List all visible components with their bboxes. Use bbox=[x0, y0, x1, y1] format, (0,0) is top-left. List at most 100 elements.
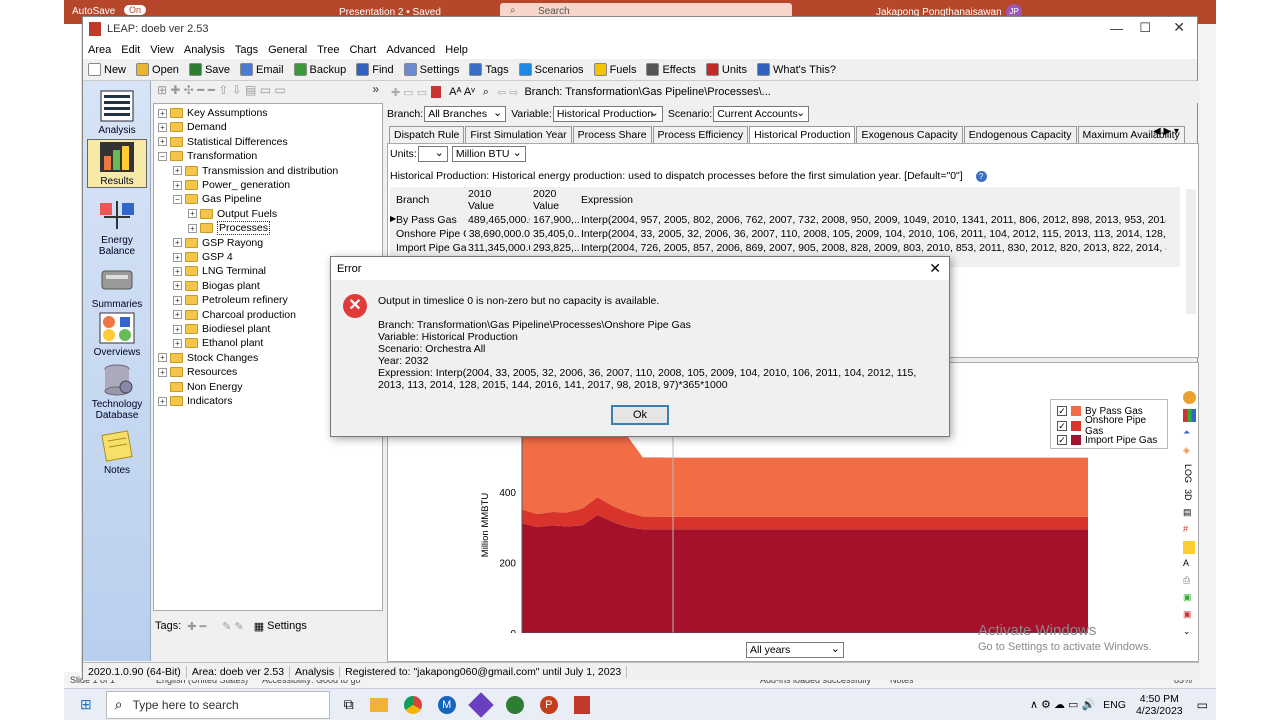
toolbar-email-button[interactable]: Email bbox=[235, 63, 289, 76]
view-summaries[interactable]: Summaries bbox=[87, 263, 147, 310]
table-cell[interactable]: 38,690,000.0 bbox=[468, 228, 530, 240]
tree-node[interactable]: + Output Fuels bbox=[188, 207, 277, 221]
grid-icon[interactable]: # bbox=[1183, 524, 1199, 537]
tags-settings-icon[interactable]: ▦ bbox=[254, 620, 264, 633]
units-scale-select[interactable] bbox=[417, 146, 448, 162]
nav-back-forward-icons[interactable]: ⇦ ⇨ bbox=[497, 86, 519, 99]
tree-node[interactable]: Non Energy bbox=[158, 380, 242, 394]
tree-node[interactable]: + GSP 4 bbox=[173, 250, 233, 264]
tree-node[interactable]: + Statistical Differences bbox=[158, 135, 288, 149]
toolbar-fuels-button[interactable]: Fuels bbox=[589, 63, 642, 76]
table-row[interactable]: Onshore Pipe Gas38,690,000.035,405,0...I… bbox=[390, 228, 1180, 242]
autosave-toggle[interactable]: On bbox=[124, 5, 147, 15]
table-cell[interactable]: Interp(2004, 957, 2005, 802, 2006, 762, … bbox=[581, 214, 1166, 226]
language-indicator[interactable]: ENG bbox=[1103, 699, 1126, 711]
tree-toolbar-icons[interactable]: ⊞ ✚ ✣ ━ ━ ⇧ ⇩ ▤ ▭ ▭ bbox=[157, 83, 286, 97]
pie-chart-icon[interactable] bbox=[1183, 391, 1196, 404]
toolbar-backup-button[interactable]: Backup bbox=[289, 63, 352, 76]
toolbar-units-button[interactable]: Units bbox=[701, 63, 752, 76]
collapse-icon[interactable]: − bbox=[173, 194, 182, 204]
legend-item[interactable]: ✓ Import Pipe Gas bbox=[1057, 433, 1157, 447]
powerpoint-taskbar-icon[interactable]: P bbox=[539, 695, 558, 714]
find-icon[interactable]: ⌕ bbox=[483, 86, 489, 99]
menu-edit[interactable]: Edit bbox=[116, 44, 145, 56]
variable-select[interactable]: Historical Production bbox=[552, 106, 663, 122]
more-tools-icon[interactable]: ⌄ bbox=[1183, 626, 1199, 639]
tree-node[interactable]: + Transmission and distribution bbox=[173, 164, 338, 178]
menu-tags[interactable]: Tags bbox=[230, 44, 263, 56]
toolbar-find-button[interactable]: Find bbox=[351, 63, 398, 76]
tree-node[interactable]: + Resources bbox=[158, 365, 237, 379]
table-cell[interactable]: By Pass Gas bbox=[396, 214, 466, 226]
table-cell[interactable]: Import Pipe Gas bbox=[396, 242, 466, 254]
dialog-close-icon[interactable]: ✕ bbox=[929, 260, 941, 277]
tree-node[interactable]: − Transformation bbox=[158, 149, 257, 163]
m-app-icon[interactable]: M bbox=[437, 695, 456, 714]
expand-icon[interactable]: + bbox=[173, 295, 182, 305]
tags-edit-icon[interactable]: ✎ ✎ bbox=[222, 620, 244, 633]
app-diamond-icon[interactable] bbox=[468, 691, 494, 718]
expand-icon[interactable]: + bbox=[173, 252, 182, 262]
tree-node[interactable]: + Indicators bbox=[158, 394, 233, 408]
tree-node[interactable]: + Biodiesel plant bbox=[173, 322, 270, 336]
tree-node[interactable]: + Power_ generation bbox=[173, 178, 290, 192]
3d-toggle[interactable]: 3D bbox=[1183, 489, 1193, 501]
table-cell[interactable]: 311,345,000.0 bbox=[468, 242, 530, 254]
expand-icon[interactable]: + bbox=[158, 396, 167, 406]
toolbar-new-button[interactable]: New bbox=[83, 63, 131, 76]
table-cell[interactable]: 167,900,... bbox=[533, 214, 579, 226]
help-icon[interactable]: ? bbox=[975, 171, 987, 182]
expand-icon[interactable]: + bbox=[173, 266, 182, 276]
view-notes[interactable]: Notes bbox=[87, 429, 147, 476]
expand-icon[interactable]: + bbox=[173, 338, 182, 348]
file-explorer-icon[interactable] bbox=[369, 697, 388, 712]
windows-start-icon[interactable]: ⊞ bbox=[80, 696, 92, 713]
powerpoint-icon[interactable]: ▣ bbox=[1183, 609, 1199, 622]
view-results[interactable]: Results bbox=[87, 139, 147, 188]
tree-node[interactable]: + Biogas plant bbox=[173, 279, 260, 293]
expand-icon[interactable]: + bbox=[188, 223, 197, 233]
tab-historical-production[interactable]: Historical Production bbox=[749, 126, 856, 144]
expand-icon[interactable]: + bbox=[188, 209, 197, 219]
legend-checkbox[interactable]: ✓ bbox=[1057, 435, 1067, 445]
legend-checkbox[interactable]: ✓ bbox=[1057, 406, 1067, 416]
clock[interactable]: 4:50 PM 4/23/2023 bbox=[1136, 693, 1183, 717]
maximize-icon[interactable]: ☐ bbox=[1139, 20, 1151, 36]
view-energy-balance[interactable]: Energy Balance bbox=[87, 199, 147, 257]
legend-item[interactable]: ✓ Onshore Pipe Gas bbox=[1057, 415, 1167, 437]
table-row[interactable]: ▶ By Pass Gas 489,465,000.0 167,900,... Inte… bbox=[390, 214, 1180, 228]
print-icon[interactable]: ⎙ bbox=[1183, 575, 1199, 588]
table-cell[interactable]: 489,465,000.0 bbox=[468, 214, 530, 226]
tree-node[interactable]: + LNG Terminal bbox=[173, 264, 266, 278]
number-format-icon[interactable] bbox=[1183, 540, 1195, 554]
chrome-icon[interactable] bbox=[403, 695, 422, 714]
table-cell[interactable]: Onshore Pipe Gas bbox=[396, 228, 466, 240]
view-overviews[interactable]: Overviews bbox=[87, 311, 147, 358]
tree-node[interactable]: + Stock Changes bbox=[158, 351, 258, 365]
pdf-icon[interactable] bbox=[431, 86, 442, 98]
tree-node[interactable]: + GSP Rayong bbox=[173, 236, 263, 250]
table-cell[interactable]: 35,405,0... bbox=[533, 228, 579, 240]
toolbar-save-button[interactable]: Save bbox=[184, 63, 235, 76]
toolbar-tags-button[interactable]: Tags bbox=[464, 63, 513, 76]
toolbar-open-button[interactable]: Open bbox=[131, 63, 184, 76]
bar-chart-icon[interactable] bbox=[1183, 409, 1196, 422]
area-chart-icon[interactable]: ⏶ bbox=[1183, 427, 1199, 440]
column-header[interactable]: 2010 Value bbox=[468, 188, 494, 212]
view-analysis[interactable]: Analysis bbox=[87, 89, 147, 136]
ok-button[interactable]: Ok bbox=[611, 405, 669, 425]
menu-chart[interactable]: Chart bbox=[344, 44, 381, 56]
tree-node[interactable]: + Key Assumptions bbox=[158, 106, 268, 120]
tree-node[interactable]: + Charcoal production bbox=[173, 308, 296, 322]
taskbar-search[interactable]: ⌕ Type here to search bbox=[105, 690, 330, 719]
column-header[interactable]: 2020 Value bbox=[533, 188, 559, 212]
expand-icon[interactable]: + bbox=[173, 310, 182, 320]
expand-icon[interactable]: + bbox=[173, 324, 182, 334]
log-scale-toggle[interactable]: LOG bbox=[1183, 464, 1193, 483]
expand-icon[interactable]: + bbox=[158, 367, 167, 377]
toolbar-settings-button[interactable]: Settings bbox=[399, 63, 465, 76]
tab-process-share[interactable]: Process Share bbox=[572, 126, 652, 144]
tab-dispatch-rule[interactable]: Dispatch Rule bbox=[389, 126, 465, 144]
expand-icon[interactable]: + bbox=[173, 238, 182, 248]
tray-icons[interactable]: ∧ ⚙ ☁ ▭ 🔊 bbox=[1030, 698, 1095, 711]
